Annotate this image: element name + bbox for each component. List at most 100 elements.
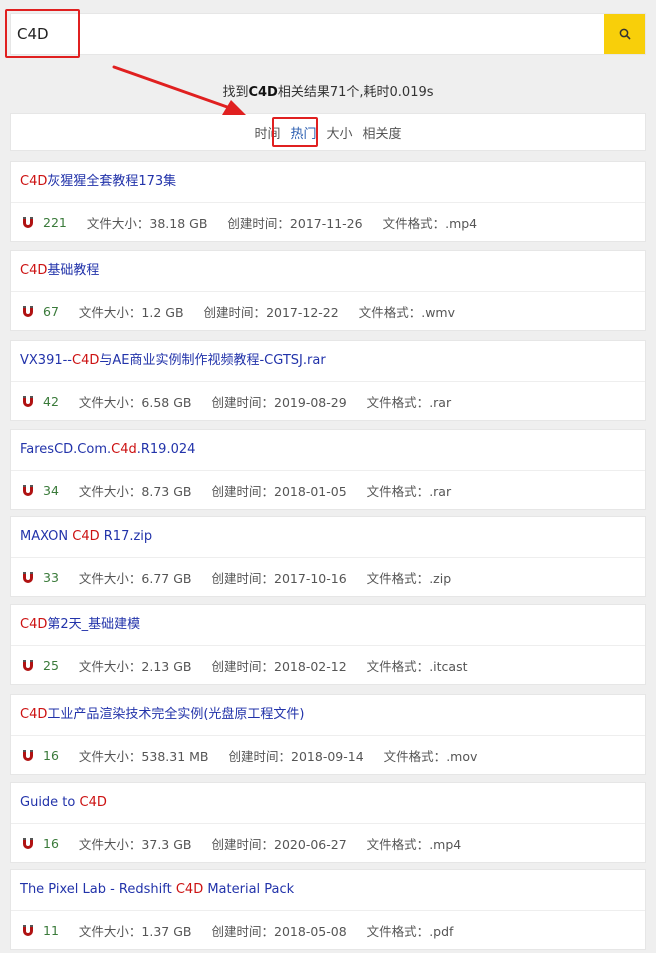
- format-value: .zip: [429, 570, 452, 586]
- annotation-arrow: [112, 65, 246, 115]
- result-title-link[interactable]: C4D基础教程: [11, 251, 645, 292]
- result-meta: 33 文件大小：6.77 GB 创建时间：2017-10-16 文件格式：.zip: [11, 558, 645, 596]
- result-title-link[interactable]: MAXON C4D R17.zip: [11, 517, 645, 558]
- result-card: The Pixel Lab - Redshift C4D Material Pa…: [10, 869, 646, 950]
- file-format: 文件格式：.mp4: [383, 213, 478, 232]
- format-label: 文件格式：: [366, 483, 430, 499]
- result-title-link[interactable]: Guide to C4D: [11, 783, 645, 824]
- created-date: 创建时间：2018-01-05: [212, 481, 347, 500]
- heat-count: 16: [43, 747, 59, 763]
- file-size-label: 文件大小：: [78, 748, 142, 764]
- file-size-value: 38.18 GB: [149, 215, 208, 231]
- magnet-icon[interactable]: [22, 924, 34, 937]
- format-value: .rar: [429, 394, 452, 410]
- created-date: 创建时间：2018-09-14: [229, 746, 364, 765]
- magnet-icon[interactable]: [22, 571, 34, 584]
- file-size: 文件大小：8.73 GB: [79, 481, 192, 500]
- file-size: 文件大小：1.37 GB: [79, 921, 192, 940]
- file-size-value: 37.3 GB: [141, 836, 192, 852]
- title-text: The Pixel Lab - Redshift: [20, 882, 176, 897]
- file-size-label: 文件大小：: [78, 483, 142, 499]
- result-card: FaresCD.Com.C4d.R19.024 34 文件大小：8.73 GB 创建时…: [10, 429, 646, 510]
- format-label: 文件格式：: [366, 394, 430, 410]
- result-title-link[interactable]: VX391--C4D与AE商业实例制作视频教程-CGTSJ.rar: [11, 341, 645, 382]
- created-label: 创建时间：: [211, 394, 275, 410]
- magnet-icon[interactable]: [22, 749, 34, 762]
- created-date: 创建时间：2017-12-22: [204, 302, 339, 321]
- title-text: 基础教程: [47, 263, 100, 278]
- file-size-label: 文件大小：: [78, 394, 142, 410]
- file-format: 文件格式：.wmv: [359, 302, 455, 321]
- result-title-link[interactable]: C4D工业产品渲染技术完全实例(光盘原工程文件): [11, 695, 645, 736]
- result-title-link[interactable]: C4D第2天_基础建模: [11, 605, 645, 646]
- title-text: FaresCD.Com.: [20, 442, 112, 457]
- result-meta: 25 文件大小：2.13 GB 创建时间：2018-02-12 文件格式：.itcas…: [11, 646, 645, 684]
- created-value: 2020-06-27: [274, 836, 347, 852]
- created-value: 2018-09-14: [291, 748, 364, 764]
- file-size-label: 文件大小：: [86, 215, 150, 231]
- magnet-icon[interactable]: [22, 837, 34, 850]
- title-keyword: C4D: [20, 263, 48, 278]
- result-card: C4D灰猩猩全套教程173集 221 文件大小：38.18 GB 创建时间：2017-…: [10, 161, 646, 242]
- format-value: .rar: [429, 483, 452, 499]
- heat-count: 33: [43, 569, 59, 585]
- created-label: 创建时间：: [203, 304, 267, 320]
- result-card: C4D工业产品渲染技术完全实例(光盘原工程文件) 16 文件大小：538.31 MB…: [10, 694, 646, 775]
- result-title-link[interactable]: FaresCD.Com.C4d.R19.024: [11, 430, 645, 471]
- magnet-icon[interactable]: [22, 484, 34, 497]
- created-label: 创建时间：: [211, 570, 275, 586]
- created-label: 创建时间：: [211, 658, 275, 674]
- magnet-icon[interactable]: [22, 305, 34, 318]
- title-keyword: C4D: [72, 529, 100, 544]
- magnet-icon[interactable]: [22, 216, 34, 229]
- format-label: 文件格式：: [358, 304, 422, 320]
- title-text: VX391--: [20, 353, 72, 368]
- created-date: 创建时间：2018-02-12: [212, 656, 347, 675]
- title-text: Guide to: [20, 795, 80, 810]
- title-keyword: C4D: [72, 353, 100, 368]
- magnet-icon[interactable]: [22, 395, 34, 408]
- format-label: 文件格式：: [366, 836, 430, 852]
- result-title-link[interactable]: The Pixel Lab - Redshift C4D Material Pa…: [11, 870, 645, 911]
- created-date: 创建时间：2020-06-27: [212, 834, 347, 853]
- created-value: 2018-02-12: [274, 658, 347, 674]
- title-text: MAXON: [20, 529, 73, 544]
- format-value: .mp4: [429, 836, 462, 852]
- created-value: 2018-05-08: [274, 923, 347, 939]
- file-size-value: 1.2 GB: [141, 304, 184, 320]
- result-card: MAXON C4D R17.zip 33 文件大小：6.77 GB 创建时间：2017…: [10, 516, 646, 597]
- created-date: 创建时间：2017-11-26: [227, 213, 362, 232]
- heat-count: 25: [43, 657, 59, 673]
- title-keyword: C4D: [175, 882, 204, 897]
- created-label: 创建时间：: [211, 923, 275, 939]
- file-format: 文件格式：.mov: [384, 746, 478, 765]
- title-text: .R19.024: [136, 442, 196, 457]
- created-label: 创建时间：: [227, 215, 290, 231]
- created-value: 2017-12-22: [266, 304, 339, 320]
- created-value: 2019-08-29: [274, 394, 347, 410]
- file-size: 文件大小：38.18 GB: [87, 213, 208, 232]
- file-size: 文件大小：538.31 MB: [79, 746, 209, 765]
- file-size-value: 8.73 GB: [141, 483, 192, 499]
- created-date: 创建时间：2018-05-08: [212, 921, 347, 940]
- result-meta: 42 文件大小：6.58 GB 创建时间：2019-08-29 文件格式：.rar: [11, 382, 645, 420]
- file-size-label: 文件大小：: [78, 658, 142, 674]
- file-size: 文件大小：1.2 GB: [79, 302, 184, 321]
- format-label: 文件格式：: [366, 570, 430, 586]
- result-title-link[interactable]: C4D灰猩猩全套教程173集: [11, 162, 645, 203]
- result-meta: 16 文件大小：37.3 GB 创建时间：2020-06-27 文件格式：.mp4: [11, 824, 645, 862]
- magnet-icon[interactable]: [22, 659, 34, 672]
- created-value: 2017-10-16: [274, 570, 347, 586]
- format-value: .mp4: [445, 215, 478, 231]
- created-label: 创建时间：: [228, 748, 292, 764]
- created-label: 创建时间：: [211, 836, 275, 852]
- heat-count: 34: [43, 482, 59, 498]
- created-value: 2018-01-05: [274, 483, 347, 499]
- title-text: R17.zip: [99, 529, 153, 544]
- format-value: .mov: [446, 748, 478, 764]
- result-card: C4D第2天_基础建模 25 文件大小：2.13 GB 创建时间：2018-02-12…: [10, 604, 646, 685]
- created-date: 创建时间：2017-10-16: [212, 568, 347, 587]
- file-size-label: 文件大小：: [78, 836, 142, 852]
- file-size-value: 6.77 GB: [141, 570, 192, 586]
- created-value: 2017-11-26: [289, 215, 363, 231]
